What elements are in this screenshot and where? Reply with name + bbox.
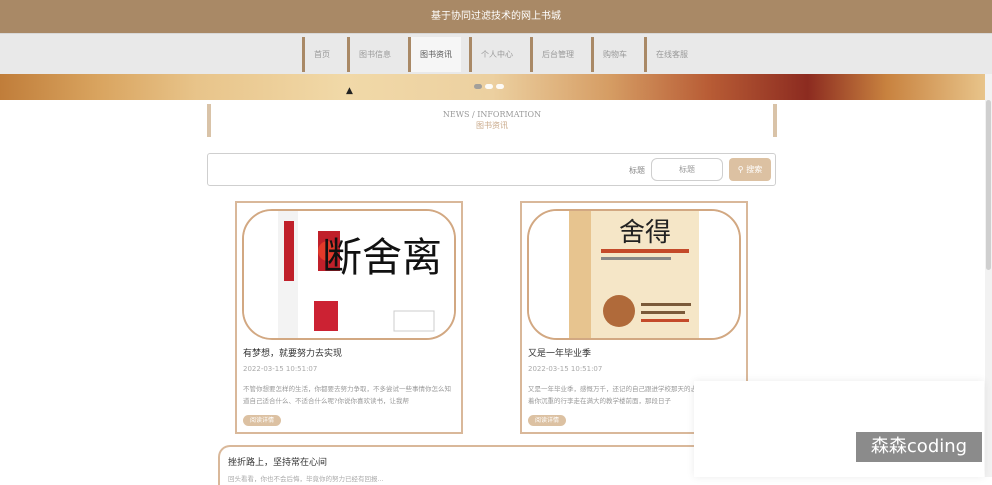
book-cover-illustration: 断舍离 [244, 211, 454, 338]
nav-item-service[interactable]: 在线客服 [644, 37, 697, 72]
site-title: 基于协同过滤技术的网上书城 [431, 11, 561, 22]
search-label: 标题 [629, 166, 645, 175]
news-card[interactable]: 断舍离 有梦想，就要努力去实现 2022-03-15 10:51:07 不管你想… [235, 201, 463, 434]
carousel-dot[interactable] [474, 84, 482, 89]
carousel-dot[interactable] [485, 84, 493, 89]
read-more-button[interactable]: 阅读详情 [528, 415, 567, 426]
nav-item-admin[interactable]: 后台管理 [530, 37, 583, 72]
news-title[interactable]: 挫折路上，坚持常在心间 [228, 455, 327, 468]
news-summary: 不管你想要怎样的生活，你都要去努力争取，不多尝试一些事情你怎么知道自己适合什么、… [243, 385, 451, 405]
news-cover-image[interactable]: 断舍离 [242, 209, 456, 340]
book-cover-title: 舍得 [619, 218, 671, 248]
section-title-en: NEWS / INFORMATION [442, 110, 542, 119]
section-title-cn: 图书资讯 [476, 121, 508, 130]
search-button[interactable]: ⚲ 搜索 [729, 158, 771, 181]
watermark: 森森coding [856, 432, 982, 462]
nav-item-home[interactable]: 首页 [302, 37, 339, 72]
news-cover-image[interactable]: 舍得 [527, 209, 741, 340]
nav-item-cart[interactable]: 购物车 [591, 37, 636, 72]
search-input[interactable]: 标题 [651, 158, 723, 181]
search-bar: 标题 标题 ⚲ 搜索 [207, 153, 776, 186]
search-button-label: 搜索 [746, 165, 763, 174]
news-title[interactable]: 又是一年毕业季 [528, 346, 591, 359]
site-header: 基于协同过滤技术的网上书城 [0, 0, 992, 33]
news-date: 2022-03-15 10:51:07 [528, 365, 603, 373]
book-cover-title: 断舍离 [322, 235, 442, 281]
news-title[interactable]: 有梦想，就要努力去实现 [243, 346, 342, 359]
nav-item-news[interactable]: 图书资讯 [408, 37, 461, 72]
nav-item-books[interactable]: 图书信息 [347, 37, 400, 72]
floating-panel [694, 381, 984, 477]
mouse-cursor-icon: ▲ [346, 86, 353, 96]
book-cover-illustration: 舍得 [529, 211, 739, 338]
carousel-dot[interactable] [496, 84, 504, 89]
main-nav: 首页 图书信息 图书资讯 个人中心 后台管理 购物车 在线客服 [0, 33, 992, 74]
carousel-indicators [474, 84, 504, 89]
search-icon: ⚲ [737, 165, 744, 174]
scrollbar-thumb[interactable] [986, 100, 991, 270]
read-more-button[interactable]: 阅读详情 [243, 415, 282, 426]
news-summary: 回头看看，你也不会后悔，毕竟你的努力已经有回报... [228, 475, 384, 483]
nav-item-profile[interactable]: 个人中心 [469, 37, 522, 72]
news-date: 2022-03-15 10:51:07 [243, 365, 318, 373]
section-heading: NEWS / INFORMATION 图书资讯 [207, 104, 777, 137]
